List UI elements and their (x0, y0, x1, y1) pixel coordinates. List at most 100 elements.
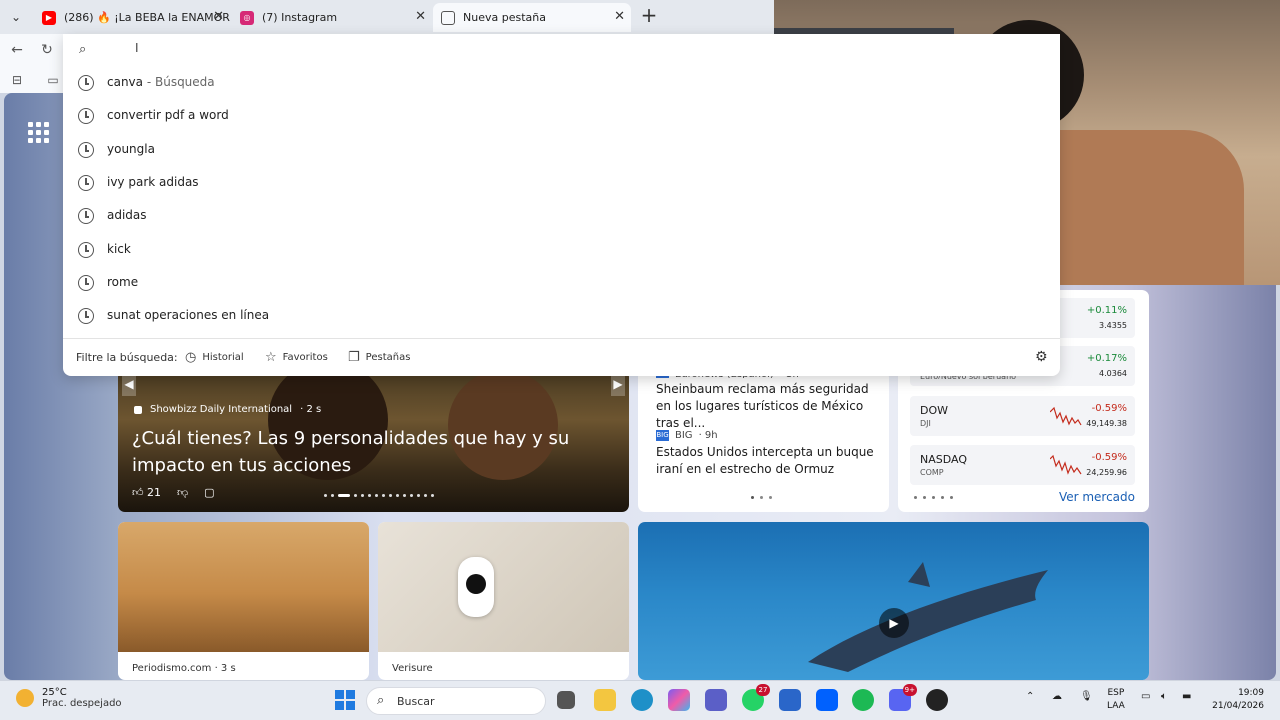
suggestion-item[interactable]: rome (63, 267, 1060, 300)
suggestion-item[interactable]: ivy park adidas (63, 167, 1060, 200)
thumbs-up-icon: 👍︎ (132, 486, 144, 499)
volume-icon[interactable]: 🔈︎ (1161, 691, 1167, 702)
news-source: BIG (675, 430, 693, 441)
suggestion-item[interactable]: convertir pdf a word (63, 100, 1060, 133)
source-name: Showbizz Daily International (150, 404, 293, 415)
hero-source: Showbizz Daily International · 2 s (134, 404, 321, 415)
tab-youtube[interactable]: ▶ (286) 🔥 ¡La BEBA la ENAMORÓ! 🎯 ✕ (34, 3, 230, 32)
tab-title: (286) 🔥 ¡La BEBA la ENAMORÓ! 🎯 (64, 11, 230, 24)
new-tab-icon (441, 10, 455, 25)
article-image (378, 522, 629, 652)
history-icon (78, 175, 94, 191)
app-icon[interactable] (926, 689, 948, 711)
filter-tabs-button[interactable]: ❐ Pestañas (348, 350, 410, 365)
play-icon[interactable]: ▶ (879, 608, 909, 638)
back-icon[interactable]: ← (6, 39, 28, 61)
refresh-icon[interactable]: ↻ (36, 39, 58, 61)
market-name: NASDAQ (920, 453, 968, 466)
card-source: Verisure (392, 663, 433, 674)
battery-icon[interactable]: ▬ (1182, 691, 1191, 702)
suggestion-item[interactable]: youngla (63, 134, 1060, 167)
discord-icon[interactable]: 9+ (889, 684, 917, 711)
apps-grid-icon[interactable] (28, 122, 50, 143)
gear-icon[interactable]: ⚙ (1035, 349, 1048, 365)
onedrive-icon[interactable]: ☁ (1052, 691, 1062, 702)
market-row[interactable]: NASDAQ COMP -0.59% 24,259.96 (910, 445, 1135, 485)
address-bar[interactable]: ⌕ I (63, 34, 774, 67)
dropbox-icon[interactable] (816, 689, 838, 711)
copilot-icon[interactable] (668, 689, 690, 711)
address-input[interactable] (103, 40, 703, 60)
tab-title: Nueva pestaña (463, 11, 546, 24)
like-button[interactable]: 👍︎ 21 (132, 486, 161, 499)
taskbar-search[interactable]: ⌕ Buscar (366, 687, 546, 715)
language-indicator[interactable]: ESP LAA (1107, 687, 1125, 713)
dolphin-image (808, 562, 1048, 672)
market-row[interactable]: DOW DJI -0.59% 49,149.38 (910, 396, 1135, 436)
news-item[interactable]: BIG BIG · 9h Estados Unidos intercepta u… (656, 430, 876, 478)
dislike-button[interactable]: 👎︎ (177, 486, 188, 499)
search-filter-bar: Filtre la búsqueda: ◷ Historial ☆ Favorito… (63, 338, 1060, 376)
suggestion-item[interactable]: sunat operaciones en línea (63, 300, 1060, 333)
windows-start-icon[interactable] (334, 689, 356, 711)
task-view-icon[interactable] (557, 691, 575, 709)
close-icon[interactable]: ✕ (213, 9, 224, 24)
suggestion-item[interactable]: adidas (63, 200, 1060, 233)
video-card[interactable]: ▶ (638, 522, 1149, 680)
taskbar: 25°C Prac. despejado ⌕ Buscar 27 9+ ⌃ ☁ … (0, 680, 1280, 720)
suggestion-item[interactable]: kick (63, 234, 1060, 267)
market-value: 3.4355 (1099, 321, 1127, 330)
chevron-up-icon[interactable]: ⌃ (1026, 691, 1034, 702)
see-market-link[interactable]: Ver mercado (1059, 490, 1135, 504)
clock[interactable]: 19:09 21/04/2026 (1212, 687, 1264, 713)
news-title[interactable]: Estados Unidos intercepta un buque iraní… (656, 444, 876, 478)
network-icon[interactable]: ▭ (1141, 691, 1150, 702)
star-icon: ☆ (265, 350, 277, 365)
weather-widget[interactable]: 25°C Prac. despejado (16, 687, 122, 709)
close-icon[interactable]: ✕ (614, 9, 625, 24)
folder-icon[interactable]: ▭ (42, 69, 64, 91)
store-icon[interactable] (779, 689, 801, 711)
history-icon (78, 108, 94, 124)
news-item[interactable]: Euronews (Español) · 3h Sheinbaum reclam… (656, 370, 876, 432)
history-icon (78, 75, 94, 91)
news-age: · 9h (698, 430, 718, 441)
thumbs-down-icon: 👎︎ (177, 486, 189, 499)
source-age: · 2 s (300, 404, 322, 415)
like-count: 21 (147, 486, 161, 499)
edge-icon[interactable] (631, 689, 653, 711)
news-card-1[interactable]: Periodismo.com · 3 s (118, 522, 369, 680)
tab-instagram[interactable]: ◎ (7) Instagram ✕ (232, 3, 432, 32)
ad-card[interactable]: Verisure (378, 522, 629, 680)
microphone-icon[interactable]: 🎙︎ (1080, 691, 1093, 702)
history-icon (78, 242, 94, 258)
filter-history-button[interactable]: ◷ Historial (185, 350, 244, 365)
article-image (118, 522, 369, 652)
market-change: +0.11% (1086, 305, 1127, 316)
comment-icon: ▢ (204, 486, 215, 499)
hero-title[interactable]: ¿Cuál tienes? Las 9 personalidades que h… (132, 425, 602, 479)
new-tab-button[interactable]: + (638, 5, 660, 27)
address-suggestions-dropdown: ⌕ I canva - Búsqueda convertir pdf a wor… (63, 34, 1060, 376)
news-title[interactable]: Sheinbaum reclama más seguridad en los l… (656, 381, 876, 432)
market-name: DOW (920, 404, 949, 417)
market-value: 24,259.96 (1086, 468, 1127, 477)
spotify-icon[interactable] (852, 689, 874, 711)
tab-actions-menu[interactable]: ⌄ (4, 5, 28, 29)
whatsapp-icon[interactable]: 27 (742, 684, 770, 711)
filter-favorites-button[interactable]: ☆ Favoritos (265, 350, 328, 365)
market-value: 4.0364 (1099, 369, 1127, 378)
news-card: Euronews (Español) · 3h Sheinbaum reclam… (638, 370, 889, 512)
tab-title: (7) Instagram (262, 11, 338, 24)
collections-icon[interactable]: ⊟ (6, 69, 28, 91)
hero-news-card[interactable]: ◀ ▶ Showbizz Daily International · 2 s ¿… (118, 370, 629, 512)
teams-icon[interactable] (705, 689, 727, 711)
file-explorer-icon[interactable] (594, 689, 616, 711)
suggestion-item[interactable]: canva - Búsqueda (63, 67, 1060, 100)
youtube-icon: ▶ (42, 10, 56, 25)
tab-new-tab[interactable]: Nueva pestaña ✕ (433, 3, 631, 32)
close-icon[interactable]: ✕ (415, 9, 426, 24)
market-sub: COMP (920, 468, 944, 477)
comment-button[interactable]: ▢ (204, 486, 214, 499)
chevron-down-icon: ⌄ (10, 10, 22, 24)
